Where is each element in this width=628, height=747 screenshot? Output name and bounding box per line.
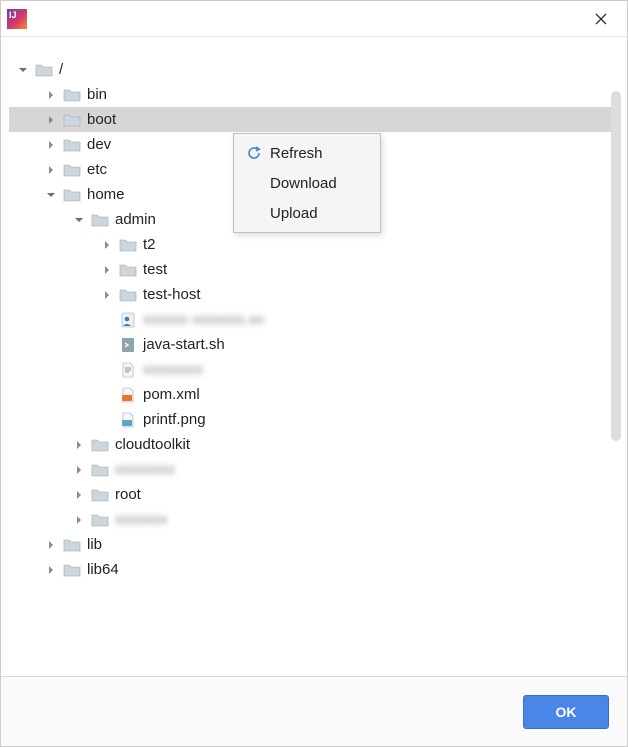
tree-item-label: test [143,261,167,278]
expand-toggle[interactable] [45,165,57,175]
expand-toggle[interactable] [45,90,57,100]
folder-icon [91,462,109,478]
context-menu-label: Refresh [270,145,323,162]
expand-toggle[interactable] [101,290,113,300]
expand-toggle[interactable] [45,540,57,550]
context-menu-item[interactable]: Refresh [234,138,380,168]
footer: OK [1,676,627,746]
tree-row[interactable]: pom.xml [9,382,619,407]
shell-file-icon [119,337,137,353]
context-menu-label: Download [270,175,337,192]
tree-item-label: dev [87,136,111,153]
tree-row[interactable]: xxxxxx xxxxxxx.xx [9,307,619,332]
tree-item-label: bin [87,86,107,103]
tree-row[interactable]: / [9,57,619,82]
folder-icon [63,187,81,203]
expand-toggle[interactable] [73,490,85,500]
refresh-icon [244,146,264,160]
tree-item-label: root [115,486,141,503]
tree-item-label: printf.png [143,411,206,428]
collapse-toggle[interactable] [73,215,85,225]
expand-toggle[interactable] [73,515,85,525]
folder-icon [91,487,109,503]
tree-row[interactable]: test [9,257,619,282]
tree-item-label: xxxxxxxx [115,461,175,478]
expand-toggle[interactable] [73,465,85,475]
tree-item-label: etc [87,161,107,178]
folder-icon [63,537,81,553]
folder-icon [91,212,109,228]
folder-icon [119,287,137,303]
user-file-icon [119,312,137,328]
tree-item-label: pom.xml [143,386,200,403]
tree-item-label: boot [87,111,116,128]
tree-row[interactable]: printf.png [9,407,619,432]
file-tree[interactable]: / bin boot dev etc home admin t2 test test-host xx… [1,37,627,622]
expand-toggle[interactable] [101,240,113,250]
tree-item-label: home [87,186,125,203]
ok-button[interactable]: OK [523,695,609,729]
tree-item-label: lib64 [87,561,119,578]
xml-file-icon [119,387,137,403]
context-menu-item[interactable]: Download [234,168,380,198]
folder-icon [119,262,137,278]
tree-item-label: cloudtoolkit [115,436,190,453]
tree-row[interactable]: root [9,482,619,507]
close-icon [595,13,607,25]
tree-row[interactable]: xxxxxxx [9,507,619,532]
tree-item-label: test-host [143,286,201,303]
tree-item-label: t2 [143,236,156,253]
tree-row[interactable]: xxxxxxxx [9,357,619,382]
expand-toggle[interactable] [45,140,57,150]
tree-row[interactable]: cloudtoolkit [9,432,619,457]
folder-icon [35,62,53,78]
folder-icon [91,512,109,528]
folder-icon [63,562,81,578]
expand-toggle[interactable] [45,115,57,125]
expand-toggle[interactable] [73,440,85,450]
tree-row[interactable]: xxxxxxxx [9,457,619,482]
collapse-toggle[interactable] [45,190,57,200]
tree-row[interactable]: boot [9,107,619,132]
collapse-toggle[interactable] [17,65,29,75]
app-icon [7,9,27,29]
expand-toggle[interactable] [45,565,57,575]
tree-item-label: lib [87,536,102,553]
context-menu-label: Upload [270,205,318,222]
tree-item-label: / [59,61,63,78]
scrollbar-thumb[interactable] [611,91,621,441]
tree-row[interactable]: lib64 [9,557,619,582]
folder-icon [63,87,81,103]
tree-item-label: admin [115,211,156,228]
context-menu-item[interactable]: Upload [234,198,380,228]
folder-icon [63,112,81,128]
tree-row[interactable]: test-host [9,282,619,307]
tree-item-label: xxxxxx xxxxxxx.xx [143,311,264,328]
tree-item-label: java-start.sh [143,336,225,353]
tree-item-label: xxxxxxx [115,511,168,528]
text-file-icon [119,362,137,378]
folder-icon [63,162,81,178]
close-button[interactable] [585,5,617,33]
title-bar [1,1,627,37]
folder-icon [119,237,137,253]
folder-icon [91,437,109,453]
context-menu[interactable]: Refresh Download Upload [233,133,381,233]
tree-row[interactable]: lib [9,532,619,557]
tree-row[interactable]: java-start.sh [9,332,619,357]
tree-row[interactable]: t2 [9,232,619,257]
expand-toggle[interactable] [101,265,113,275]
folder-icon [63,137,81,153]
tree-row[interactable]: bin [9,82,619,107]
image-file-icon [119,412,137,428]
tree-item-label: xxxxxxxx [143,361,203,378]
